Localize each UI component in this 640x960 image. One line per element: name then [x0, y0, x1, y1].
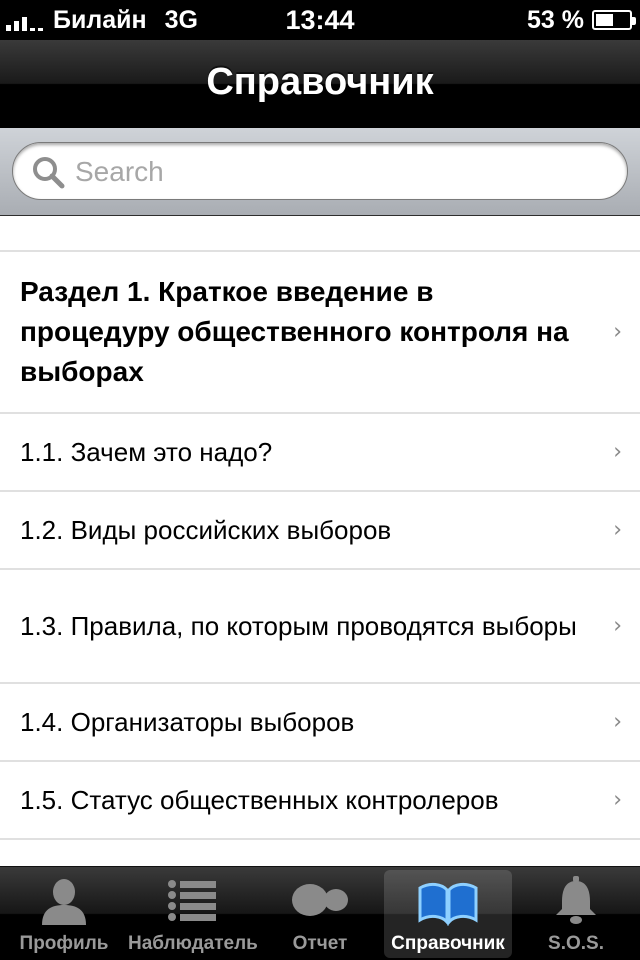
- list-item-label: Раздел 1. Краткое введение в процедуру о…: [20, 276, 569, 387]
- list-item-label: 1.2. Виды российских выборов: [20, 515, 392, 545]
- tab-label: S.O.S.: [548, 933, 604, 954]
- tab-bar: Профиль Наблюдатель Отчет Справочник S.O…: [0, 866, 640, 960]
- list-item-label: 1.4. Организаторы выборов: [20, 707, 355, 737]
- tab-label: Справочник: [391, 933, 505, 954]
- chevron-right-icon: ›: [613, 319, 622, 345]
- battery-icon: [592, 10, 636, 30]
- chevron-right-icon: ›: [613, 709, 622, 735]
- search-input[interactable]: [75, 151, 605, 193]
- tab-label: Наблюдатель: [128, 933, 258, 954]
- battery-percent: 53 %: [527, 5, 584, 34]
- reference-list: Раздел 1. Краткое введение в процедуру о…: [0, 216, 640, 866]
- search-icon: [33, 157, 65, 189]
- list-item-1-4[interactable]: 1.4. Организаторы выборов ›: [0, 684, 640, 762]
- report-icon: [292, 884, 348, 916]
- page-title: Справочник: [206, 61, 434, 103]
- list-icon: [168, 880, 216, 921]
- tab-observer[interactable]: Наблюдатель: [128, 867, 258, 960]
- tab-sos[interactable]: S.O.S.: [512, 867, 640, 960]
- list-item-1-1[interactable]: 1.1. Зачем это надо? ›: [0, 414, 640, 492]
- status-bar: Билайн 3G 13:44 53 %: [0, 0, 640, 40]
- status-right: 53 %: [527, 0, 636, 40]
- navigation-bar: Справочник: [0, 40, 640, 128]
- list-item-1-5[interactable]: 1.5. Статус общественных контролеров ›: [0, 762, 640, 840]
- search-bar: [0, 128, 640, 216]
- chevron-right-icon: ›: [613, 517, 622, 543]
- list-item-1-2[interactable]: 1.2. Виды российских выборов ›: [0, 492, 640, 570]
- chevron-right-icon: ›: [613, 439, 622, 465]
- person-icon: [42, 879, 86, 925]
- tab-report[interactable]: Отчет: [256, 867, 384, 960]
- tab-profile[interactable]: Профиль: [0, 867, 128, 960]
- list-item-label: 1.1. Зачем это надо?: [20, 437, 273, 467]
- list-top-spacer: [0, 216, 640, 252]
- bell-icon: [556, 876, 596, 924]
- list-item-label: 1.5. Статус общественных контролеров: [20, 785, 499, 815]
- tab-label: Профиль: [19, 933, 109, 954]
- search-box[interactable]: [12, 142, 628, 200]
- list-item-1-3[interactable]: 1.3. Правила, по которым проводятся выбо…: [0, 570, 640, 684]
- list-item-label: 1.3. Правила, по которым проводятся выбо…: [20, 611, 577, 641]
- tab-reference[interactable]: Справочник: [384, 870, 512, 958]
- list-item-section-1[interactable]: Раздел 1. Краткое введение в процедуру о…: [0, 252, 640, 414]
- book-icon: [418, 882, 478, 926]
- tab-label: Отчет: [292, 933, 348, 954]
- chevron-right-icon: ›: [613, 787, 622, 813]
- chevron-right-icon: ›: [613, 613, 622, 639]
